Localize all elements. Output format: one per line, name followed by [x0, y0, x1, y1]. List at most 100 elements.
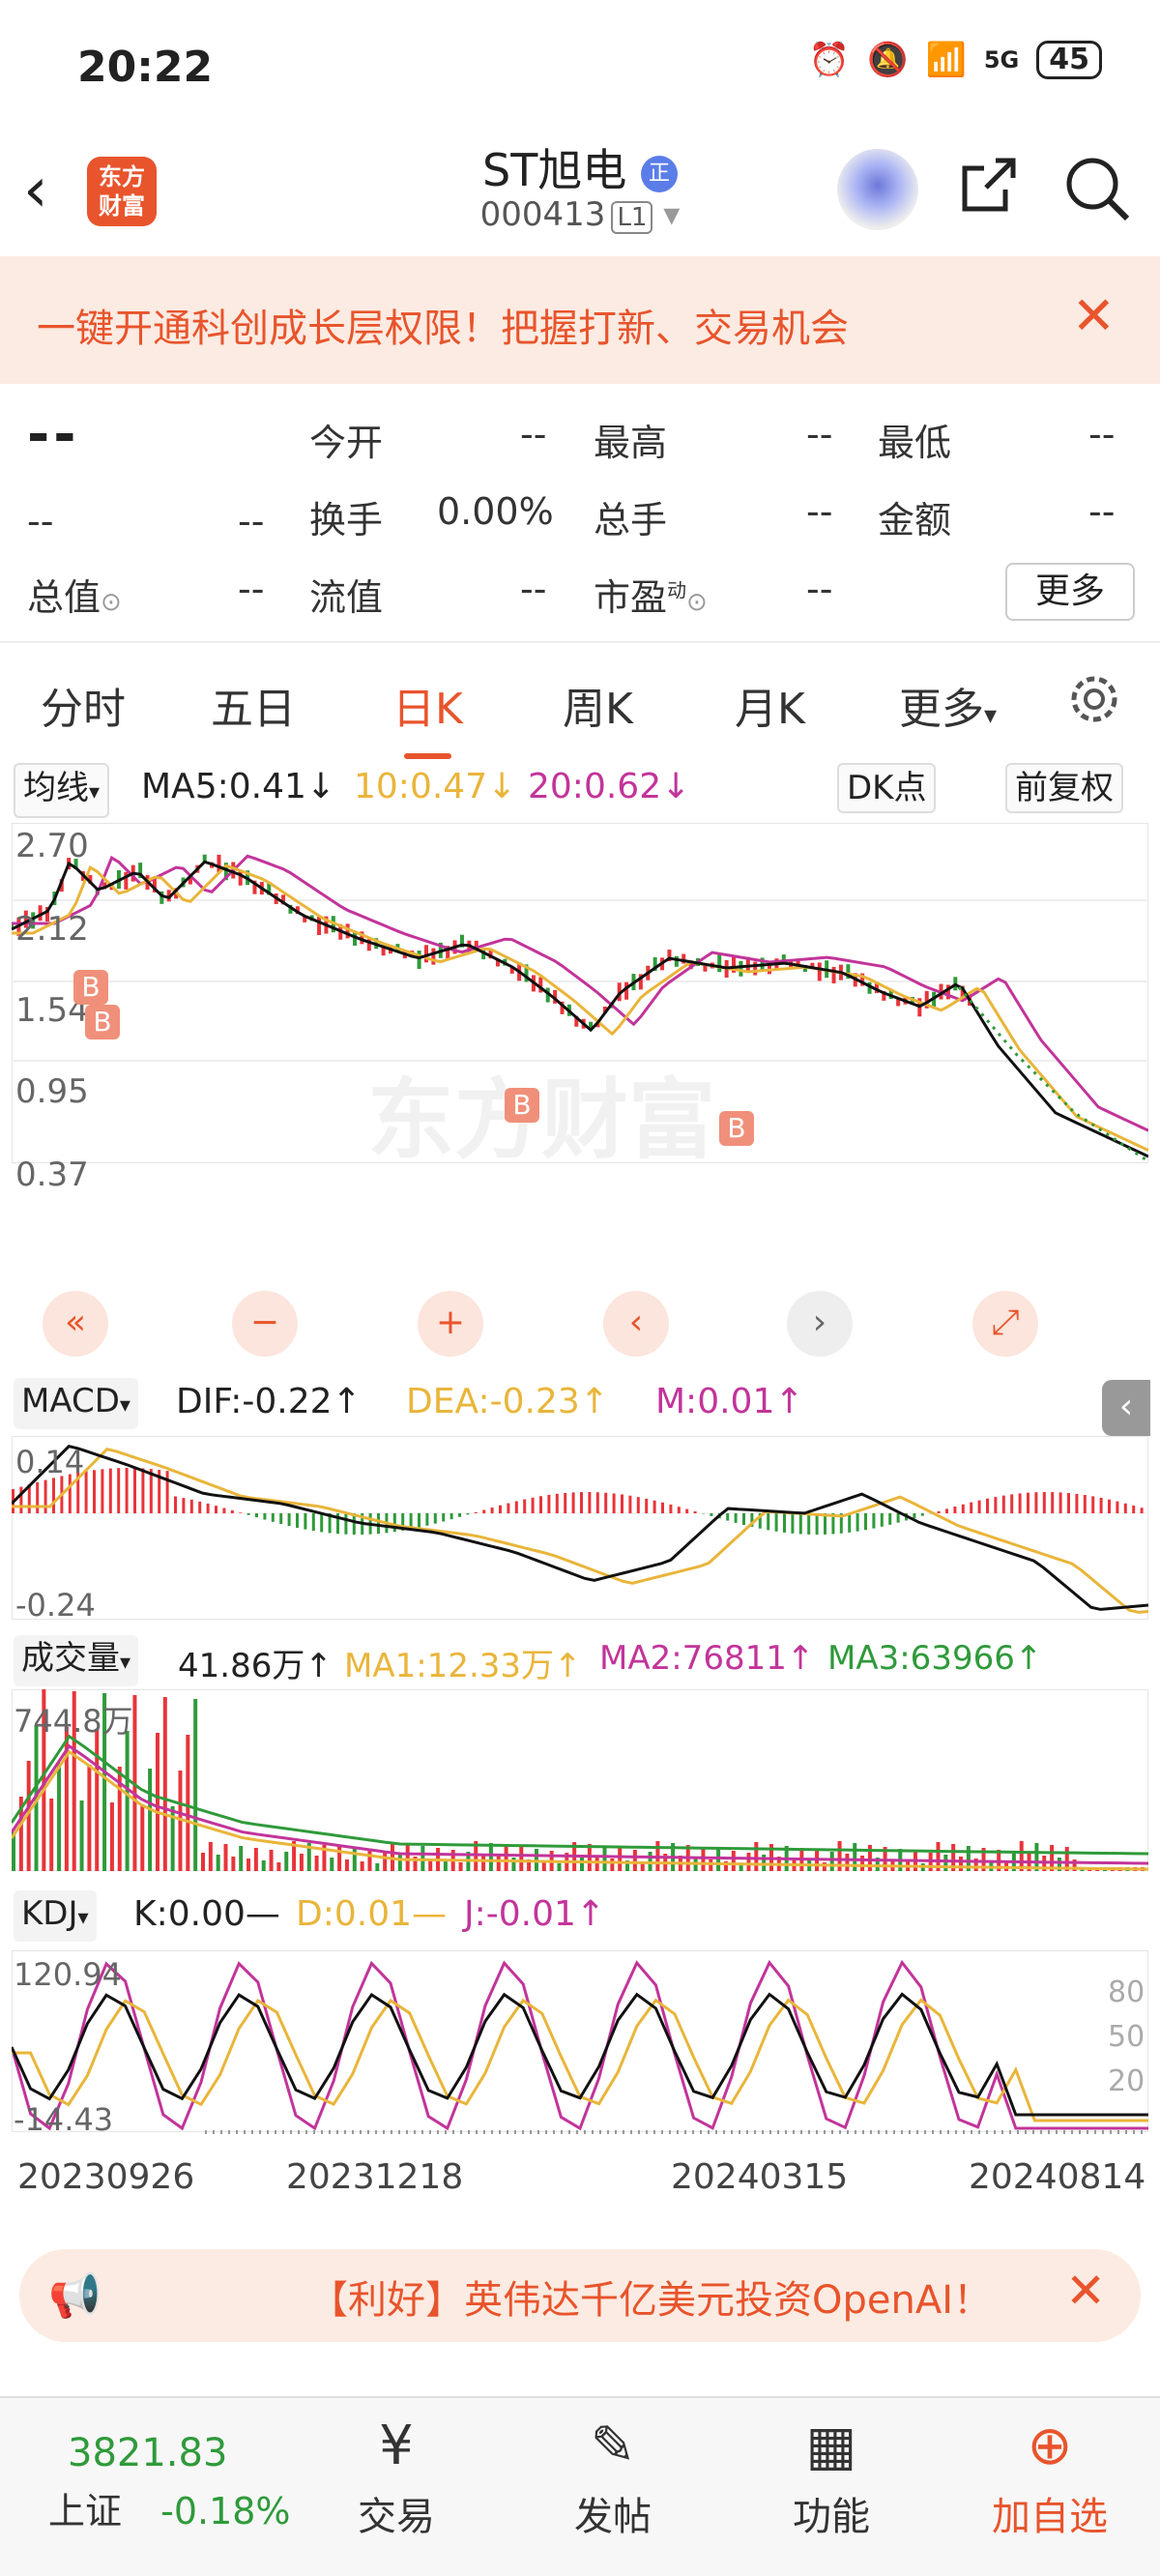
- volume-bar: [57, 1763, 62, 1871]
- nav-add-watchlist[interactable]: ⊕ 加自选: [953, 2398, 1146, 2541]
- info-icon[interactable]: ⊙: [101, 588, 122, 617]
- macd-bar: [271, 1513, 275, 1522]
- volume-bar: [443, 1860, 448, 1871]
- kdj-k: K:0.00—: [133, 1894, 280, 1934]
- nav-post-label: 发帖: [574, 2495, 652, 2539]
- macd-bar: [450, 1513, 453, 1520]
- volume-bar: [186, 1735, 190, 1871]
- macd-bar: [994, 1497, 998, 1513]
- amount-label: 金额: [878, 499, 952, 542]
- macd-bar: [798, 1513, 802, 1535]
- stock-code: 000413: [479, 195, 606, 234]
- macd-bar: [807, 1513, 811, 1535]
- kdj-level: 50: [1108, 2020, 1146, 2054]
- macd-chart[interactable]: [12, 1436, 1148, 1620]
- candle: [717, 953, 722, 973]
- dk-point-button[interactable]: DK点: [837, 763, 937, 813]
- caret-down-icon: ▾: [120, 1651, 131, 1675]
- volume-bar: [79, 1800, 84, 1871]
- volume-ma3-text: MA3:63966: [827, 1639, 1015, 1678]
- macd-bar: [783, 1513, 786, 1533]
- search-icon[interactable]: [1063, 155, 1131, 222]
- ma5-value: MA5:0.41↓: [141, 767, 336, 806]
- ma-selector[interactable]: 均线▾: [14, 763, 110, 818]
- macd-bar: [791, 1513, 795, 1534]
- collapse-panel-button[interactable]: ‹: [1102, 1380, 1150, 1436]
- nav-post[interactable]: ✎ 发帖: [516, 2398, 710, 2541]
- volume-bar: [284, 1852, 289, 1871]
- macd-bar: [377, 1513, 380, 1535]
- nav-functions[interactable]: ▦ 功能: [735, 2398, 928, 2541]
- chart-area[interactable]: 均线▾ MA5:0.41↓ 10:0.47↓ 20:0.62↓ DK点 前复权 …: [0, 759, 1160, 2229]
- settings-gear-icon[interactable]: [1067, 672, 1121, 726]
- adjust-button[interactable]: 前复权: [1005, 763, 1123, 813]
- close-icon[interactable]: ✕: [1065, 2263, 1106, 2319]
- macd-bar: [1140, 1508, 1144, 1513]
- tab-daily-k[interactable]: 日K: [392, 674, 463, 759]
- volume-bar: [109, 1802, 114, 1871]
- macd-bar: [418, 1513, 420, 1528]
- float-value: --: [520, 568, 547, 610]
- volume-bar: [829, 1852, 834, 1871]
- pe-sup: 动: [667, 578, 687, 602]
- assistant-robot-icon[interactable]: [837, 149, 918, 230]
- tab-monthly-k[interactable]: 月K: [735, 674, 805, 736]
- kdj-selector[interactable]: KDJ▾: [14, 1890, 97, 1942]
- buy-marker[interactable]: B: [719, 1111, 754, 1146]
- fullscreen-button[interactable]: ⤢: [972, 1291, 1038, 1357]
- macd-bar: [239, 1512, 243, 1513]
- volume-bar: [49, 1799, 54, 1871]
- volume-bar: [193, 1699, 198, 1871]
- caret-down-icon: ▾: [89, 780, 101, 805]
- macd-bar: [125, 1468, 129, 1513]
- zoom-in-button[interactable]: +: [418, 1291, 483, 1357]
- tab-five-day[interactable]: 五日: [211, 674, 296, 736]
- scroll-left-fast-button[interactable]: «: [43, 1291, 108, 1357]
- dif-line: [12, 1445, 1148, 1611]
- macd-bar: [514, 1501, 518, 1513]
- news-ticker[interactable]: 📢 【利好】英伟达千亿美元投资OpenAI！ ✕: [19, 2249, 1141, 2342]
- macd-bar: [1001, 1495, 1005, 1513]
- kdj-chart[interactable]: [12, 1950, 1148, 2132]
- promo-banner[interactable]: 一键开通科创成长层权限！把握打新、交易机会 ✕: [0, 256, 1160, 384]
- battery-icon: 45: [1036, 41, 1102, 79]
- volume-ma3: MA3:63966↑: [827, 1639, 1043, 1678]
- volume-bar: [299, 1854, 304, 1871]
- watermark: 东方财富: [367, 1069, 715, 1171]
- volume-selector[interactable]: 成交量▾: [14, 1635, 139, 1686]
- macd-bar: [604, 1492, 608, 1513]
- macd-bar: [44, 1479, 47, 1513]
- tab-more[interactable]: 更多▾: [899, 674, 997, 736]
- macd-bar: [1010, 1494, 1014, 1513]
- volume-bar: [375, 1863, 380, 1871]
- volume-value: --: [806, 490, 833, 533]
- info-icon[interactable]: ⊙: [686, 588, 708, 617]
- nav-trade[interactable]: ¥ 交易: [300, 2398, 493, 2541]
- buy-marker[interactable]: B: [85, 1005, 120, 1039]
- candle: [674, 955, 679, 967]
- tab-weekly-k[interactable]: 周K: [563, 674, 633, 736]
- scroll-left-button[interactable]: ‹: [603, 1291, 669, 1357]
- kdj-d-line: [12, 1998, 1148, 2122]
- volume-bar: [162, 1697, 167, 1871]
- macd-bar: [1116, 1501, 1119, 1513]
- more-button[interactable]: 更多: [1005, 563, 1135, 621]
- buy-marker[interactable]: B: [505, 1088, 539, 1123]
- close-icon[interactable]: ✕: [1072, 285, 1116, 346]
- volume-bar: [754, 1842, 759, 1871]
- macd-selector[interactable]: MACD▾: [14, 1378, 138, 1429]
- scroll-right-button[interactable]: ›: [787, 1291, 853, 1357]
- volume-bar: [344, 1859, 349, 1871]
- volume-ma1: MA1:12.33万↑: [344, 1647, 582, 1685]
- news-text[interactable]: 【利好】英伟达千亿美元投资OpenAI！: [309, 2269, 1044, 2325]
- buy-marker[interactable]: B: [73, 970, 108, 1005]
- tab-intraday[interactable]: 分时: [41, 674, 126, 736]
- status-bar: 20:22 ⏰ 🔕 📶 5G 45: [0, 0, 1160, 135]
- index-widget[interactable]: 3821.83 上证 -0.18%: [48, 2398, 291, 2534]
- share-icon[interactable]: [957, 155, 1019, 217]
- macd-bar: [880, 1513, 884, 1527]
- macd-bar: [189, 1499, 193, 1513]
- zoom-out-button[interactable]: −: [232, 1291, 298, 1357]
- macd-dea: DEA:-0.23↑: [406, 1382, 609, 1421]
- volume-chart[interactable]: [12, 1689, 1148, 1871]
